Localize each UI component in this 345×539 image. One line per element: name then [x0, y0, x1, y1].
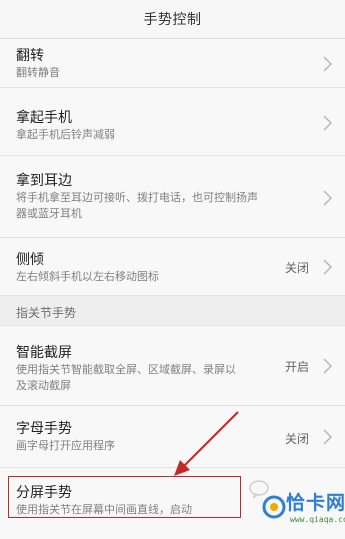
section-header-knuckle-gestures: 指关节手势: [0, 296, 345, 326]
item-subtitle-line1: 使用指关节智能截取全屏、区域截屏、录屏以: [16, 363, 236, 376]
chevron-right-icon: [323, 429, 333, 445]
item-subtitle-line1: 将手机拿至耳边可接听、拨打电话，也可控制扬声: [16, 191, 258, 204]
item-title: 字母手势: [16, 421, 72, 437]
item-title: 侧倾: [16, 252, 44, 268]
item-value: 关闭: [284, 261, 309, 275]
list-item-tilt[interactable]: 侧倾 左右倾斜手机以左右移动图标 关闭: [0, 238, 345, 296]
title-bar: 手势控制: [0, 0, 345, 39]
item-subtitle-line2: 器或蓝牙耳机: [16, 207, 82, 220]
chevron-right-icon: [323, 358, 333, 374]
highlight-box: [8, 476, 241, 518]
annotation-arrow-icon: [174, 411, 239, 476]
watermark-url: www.qiaqa.com: [290, 515, 345, 524]
item-subtitle: 拿起手机后铃声减弱: [16, 128, 115, 141]
chevron-right-icon: [323, 190, 333, 206]
section-label: 指关节手势: [16, 306, 77, 320]
item-title: 智能截屏: [16, 345, 72, 361]
item-title: 翻转: [16, 48, 44, 64]
item-subtitle-line2: 及滚动截屏: [16, 379, 71, 392]
list-item-smart-screenshot[interactable]: 智能截屏 使用指关节智能截取全屏、区域截屏、录屏以 及滚动截屏 开启: [0, 326, 345, 406]
item-value: 关闭: [284, 432, 309, 446]
list-item-flip[interactable]: 翻转 翻转静音: [0, 39, 345, 88]
item-title: 拿到耳边: [16, 173, 72, 189]
item-subtitle: 左右倾斜手机以左右移动图标: [16, 270, 159, 283]
item-subtitle: 画字母打开应用程序: [16, 439, 115, 452]
page-title: 手势控制: [143, 12, 202, 28]
watermark-brand: 恰卡网: [286, 492, 345, 514]
item-value: 开启: [284, 360, 309, 374]
item-subtitle: 翻转静音: [16, 66, 60, 79]
list-item-pick-up-phone[interactable]: 拿起手机 拿起手机后铃声减弱: [0, 88, 345, 156]
chevron-right-icon: [323, 115, 333, 131]
list-item-raise-to-ear[interactable]: 拿到耳边 将手机拿至耳边可接听、拨打电话，也可控制扬声 器或蓝牙耳机: [0, 156, 345, 238]
chevron-right-icon: [323, 259, 333, 275]
watermark-logo-icon: [262, 495, 286, 519]
item-title: 拿起手机: [16, 110, 72, 126]
chevron-right-icon: [323, 56, 333, 72]
watermark: 恰卡网 www.qiaqa.com: [262, 485, 345, 539]
